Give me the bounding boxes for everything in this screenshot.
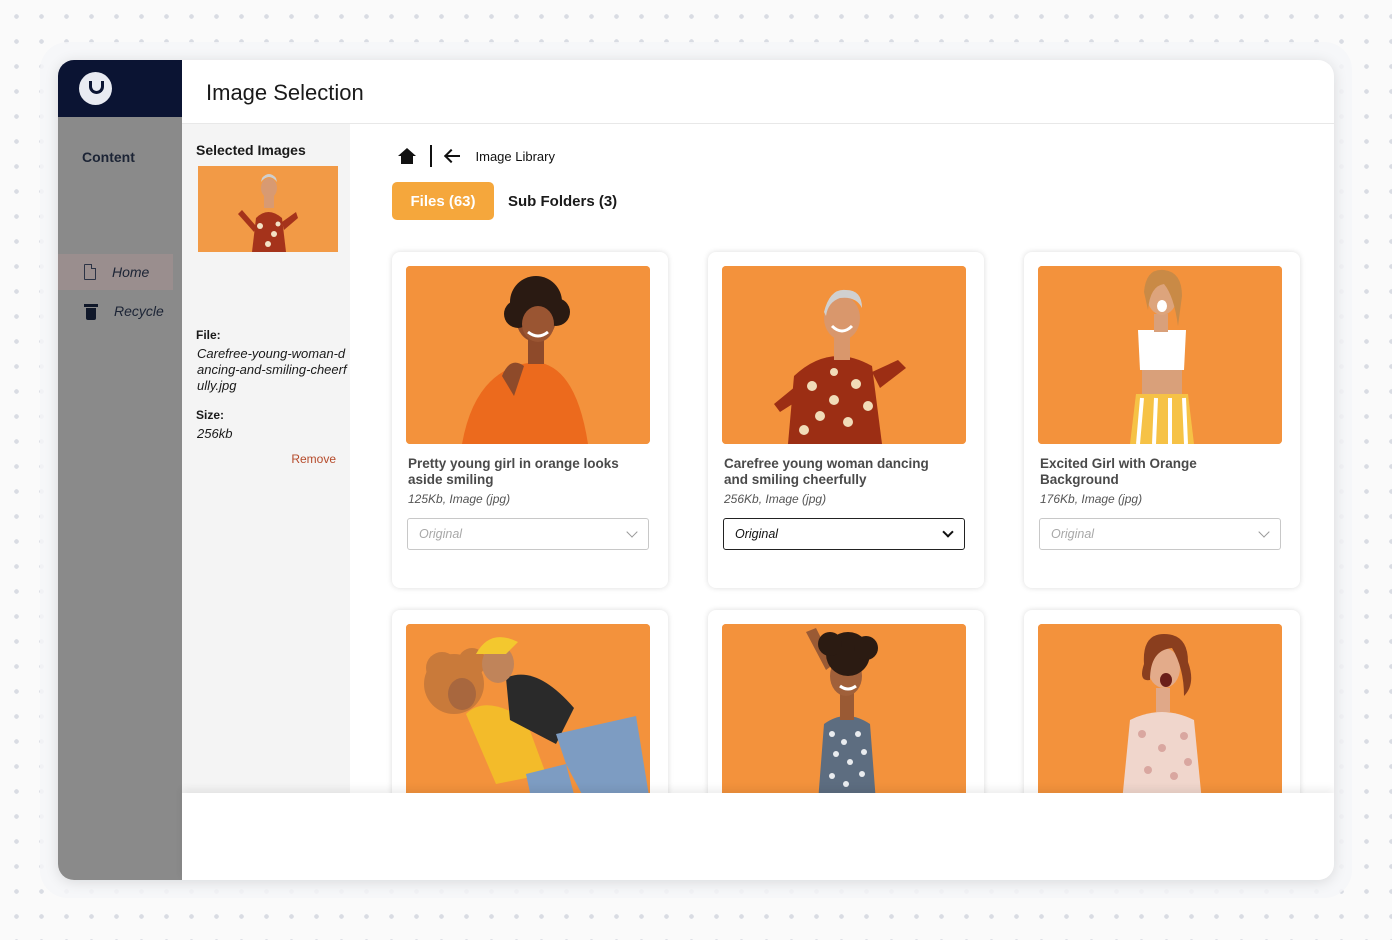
file-name: Carefree-young-woman-dancing-and-smiling…	[197, 346, 347, 393]
image-thumbnail[interactable]	[722, 266, 966, 444]
sidebar-item-home[interactable]: Home	[58, 254, 173, 290]
image-thumbnail[interactable]	[406, 624, 650, 802]
image-thumbnail[interactable]	[1038, 624, 1282, 802]
breadcrumb-current: Image Library	[475, 148, 555, 164]
sidebar-item-recycle[interactable]: Recycle	[58, 293, 173, 329]
crop-select[interactable]: Original	[1039, 518, 1281, 550]
crop-select[interactable]: Original	[407, 518, 649, 550]
image-thumbnail[interactable]	[1038, 266, 1282, 444]
remove-button[interactable]: Remove	[291, 452, 336, 466]
crop-select-value: Original	[1051, 527, 1095, 541]
sidebar-section-title: Content	[82, 149, 135, 165]
app-window: Content Home Recycle Image Selection Sel…	[58, 60, 1334, 880]
size-value: 256kb	[197, 426, 233, 441]
image-title: Pretty young girl in orange looks aside …	[408, 456, 619, 487]
selected-images-panel: Selected Images File: Carefree-young-wom…	[182, 124, 350, 800]
chevron-down-icon	[1258, 526, 1270, 538]
tab-files[interactable]: Files (63)	[392, 182, 494, 220]
sidebar: Content Home Recycle	[58, 117, 182, 880]
breadcrumb-divider	[430, 145, 432, 167]
breadcrumb: Image Library	[398, 144, 555, 168]
image-meta: 256Kb, Image (jpg)	[724, 492, 827, 506]
page-title: Image Selection	[206, 80, 364, 105]
selected-images-title: Selected Images	[196, 142, 306, 158]
document-icon	[84, 264, 96, 280]
umbraco-logo-icon[interactable]	[79, 72, 112, 105]
image-meta: 176Kb, Image (jpg)	[1040, 492, 1143, 506]
selected-image-thumbnail[interactable]	[198, 166, 338, 252]
tab-sub-folders[interactable]: Sub Folders (3)	[508, 182, 617, 220]
size-label: Size:	[196, 408, 225, 422]
image-thumbnail[interactable]	[722, 624, 966, 802]
sidebar-item-label: Recycle	[114, 303, 164, 319]
footer-bar	[182, 793, 1334, 880]
page-header: Image Selection	[182, 60, 1334, 124]
main-content: Image Library Files (63) Sub Folders (3)	[350, 124, 1334, 880]
image-card[interactable]: Excited Girl with Orange Background 176K…	[1024, 252, 1300, 588]
image-title: Excited Girl with Orange Background	[1040, 456, 1197, 487]
crop-select-value: Original	[419, 527, 463, 541]
trash-icon	[84, 303, 98, 320]
back-arrow-icon[interactable]	[444, 149, 460, 163]
crop-select-value: Original	[735, 527, 779, 541]
image-title: Carefree young woman dancing and smiling…	[724, 456, 929, 487]
chevron-down-icon	[942, 526, 954, 538]
file-label: File:	[196, 328, 221, 342]
sidebar-item-label: Home	[112, 264, 150, 280]
crop-select[interactable]: Original	[723, 518, 965, 550]
image-thumbnail[interactable]	[406, 266, 650, 444]
home-icon[interactable]	[398, 148, 416, 164]
image-card[interactable]: Pretty young girl in orange looks aside …	[392, 252, 668, 588]
image-meta: 125Kb, Image (jpg)	[408, 492, 511, 506]
logo-bar	[58, 60, 182, 117]
image-card[interactable]: Carefree young woman dancing and smiling…	[708, 252, 984, 588]
chevron-down-icon	[626, 526, 638, 538]
